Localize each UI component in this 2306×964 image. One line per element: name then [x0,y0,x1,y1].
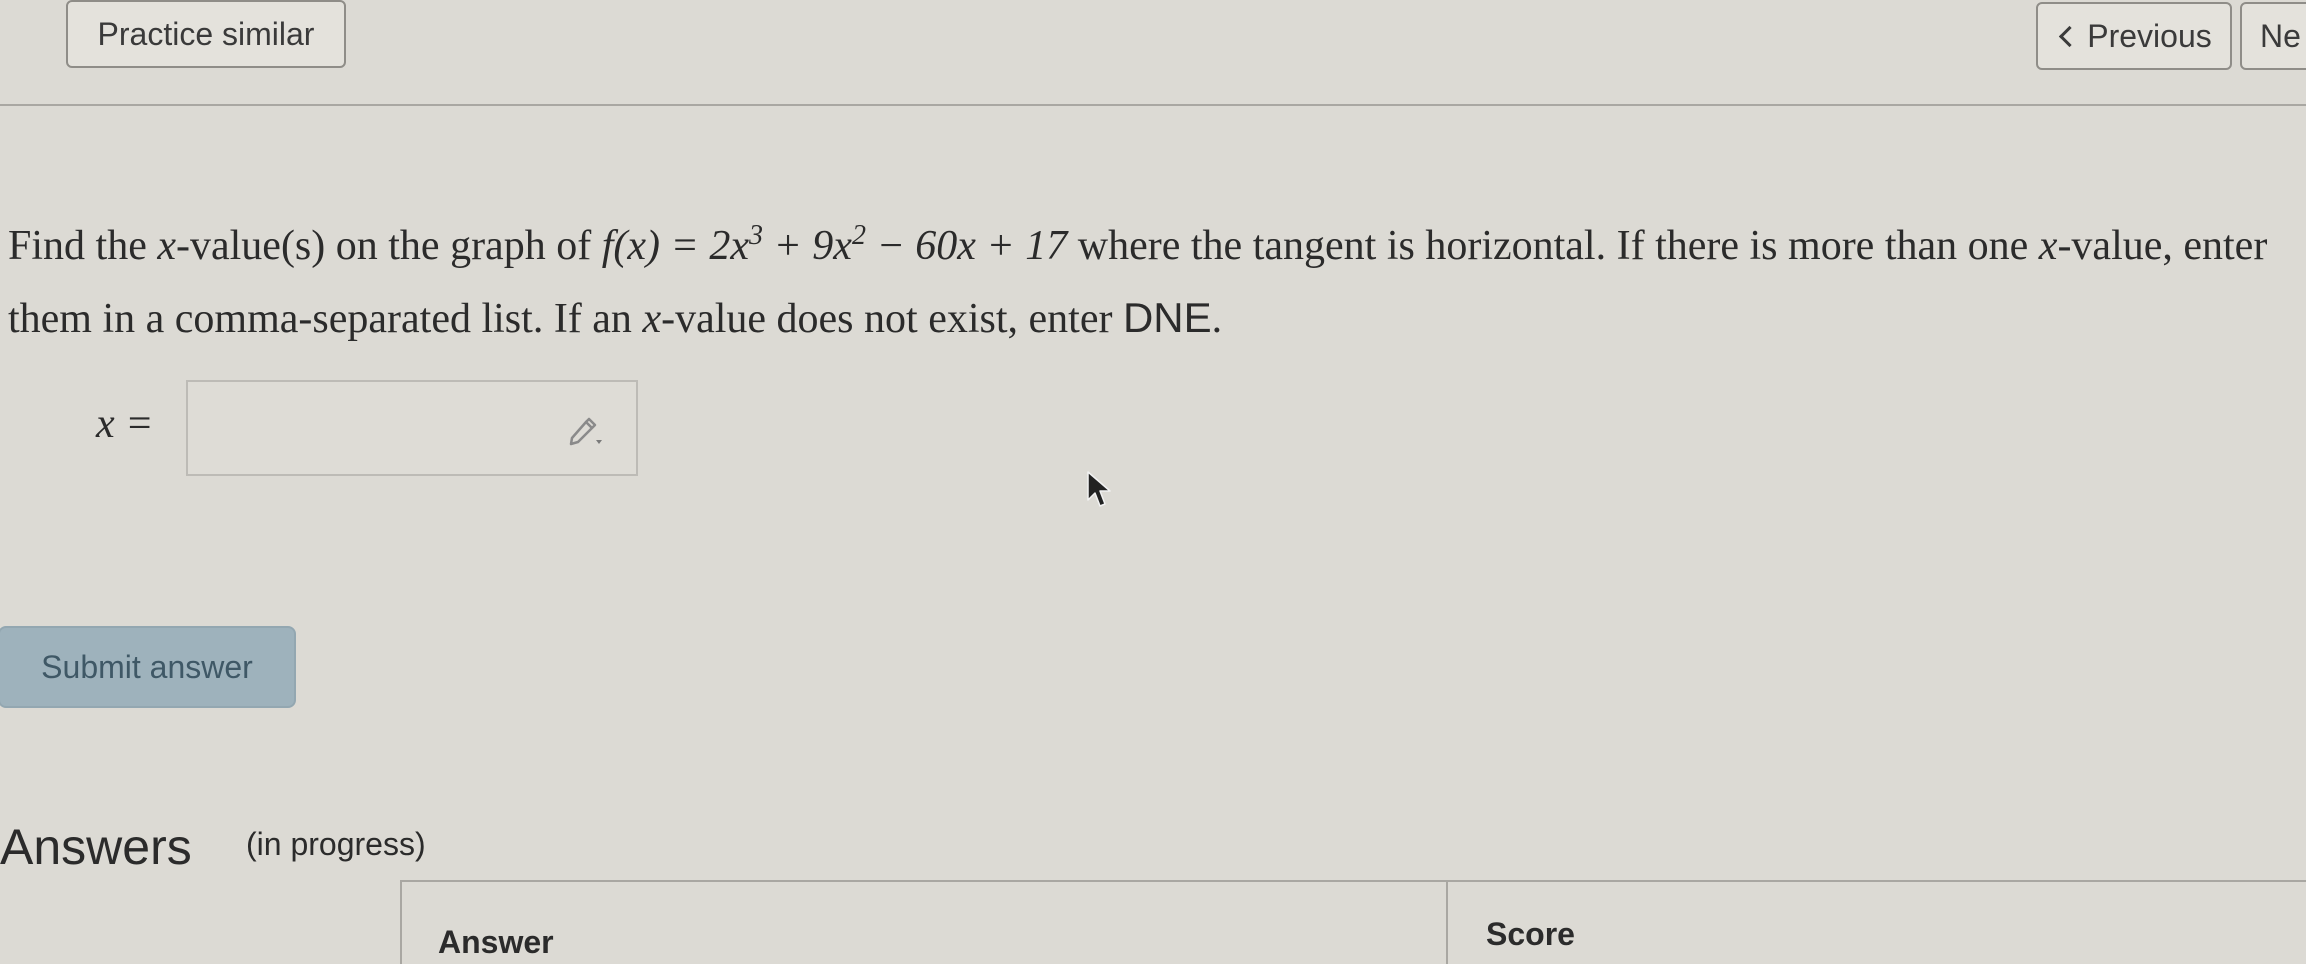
question-text: Find the x-value(s) on the graph of f(x)… [8,210,2298,355]
next-label: Ne [2260,17,2301,54]
question-part: . [1211,296,1223,342]
dne-keyword: DNE [1122,294,1212,341]
answers-heading: Answers [0,819,192,875]
submit-answer-label: Submit answer [41,648,253,685]
answers-table: Answer Score [400,880,2306,964]
submit-answer-button[interactable]: Submit answer [0,626,296,708]
question-part: -value(s) on the graph of [176,223,602,269]
math-text: − 60x + 17 [865,223,1068,269]
top-toolbar: Practice similar Previous Ne [0,0,2306,106]
question-part: where the tangent is horizontal. If ther… [1067,223,2039,269]
question-part: Find the [8,223,158,269]
function-expression: f(x) = 2x3 + 9x2 − 60x + 17 [601,220,1068,270]
practice-similar-button[interactable]: Practice similar [66,0,346,68]
chevron-left-icon [2059,25,2081,47]
math-text: + 9x [762,223,852,269]
math-text: f(x) = 2x [601,223,749,269]
previous-label: Previous [2087,17,2212,54]
pencil-dropdown-icon[interactable] [568,414,608,450]
math-exponent: 2 [851,220,866,251]
next-button[interactable]: Ne [2240,2,2306,70]
answer-input-label: x = [96,401,154,447]
math-exponent: 3 [748,220,763,251]
math-var: x [157,223,176,269]
math-var: x [2038,223,2058,269]
question-part: -value does not exist, enter [661,296,1123,342]
mouse-cursor-icon [1087,471,1111,507]
column-header-answer: Answer [438,924,554,960]
practice-similar-label: Practice similar [97,15,315,52]
previous-button[interactable]: Previous [2036,2,2232,70]
table-divider [400,882,402,964]
answers-status: (in progress) [246,826,426,862]
answer-input[interactable] [186,380,638,476]
math-var: x [642,296,662,342]
column-header-score: Score [1486,916,1575,952]
table-divider [1446,882,1448,964]
